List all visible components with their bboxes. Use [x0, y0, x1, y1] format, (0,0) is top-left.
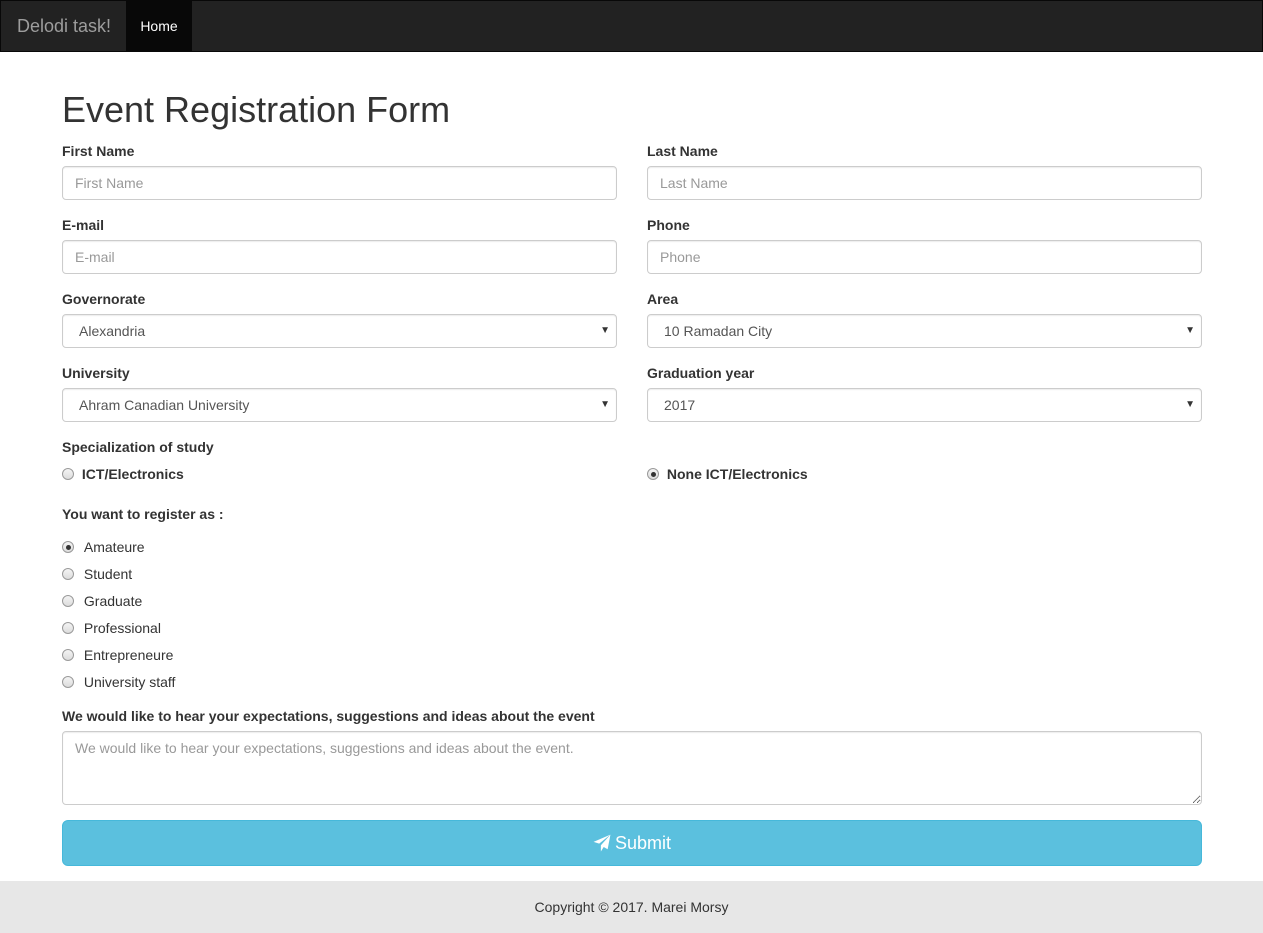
register-option-label: University staff [83, 674, 176, 691]
area-value: 10 Ramadan City [664, 323, 773, 339]
chevron-down-icon: ▼ [600, 399, 610, 410]
register-option-graduate[interactable]: Graduate [62, 590, 142, 610]
last-name-input[interactable] [647, 166, 1202, 200]
email-group: E-mail [62, 215, 617, 274]
register-option-professional[interactable]: Professional [62, 617, 161, 637]
paper-plane-icon [593, 834, 611, 852]
footer-copyright: Copyright © 2017. Marei Morsy [534, 899, 729, 915]
first-name-input[interactable] [62, 166, 617, 200]
radio-button[interactable] [62, 649, 74, 662]
area-select[interactable]: 10 Ramadan City ▼ [647, 314, 1202, 348]
radio-button[interactable] [62, 568, 74, 581]
email-input[interactable] [62, 240, 617, 274]
expectations-textarea[interactable] [62, 731, 1202, 805]
first-name-group: First Name [62, 141, 617, 200]
chevron-down-icon: ▼ [1185, 399, 1195, 410]
radio-button[interactable] [647, 468, 659, 481]
specialization-option-label: ICT/Electronics [81, 466, 184, 483]
page-title: Event Registration Form [62, 89, 451, 130]
specialization-option-none-ict[interactable]: None ICT/Electronics [647, 463, 808, 483]
university-value: Ahram Canadian University [79, 397, 250, 413]
register-option-entrepreneure[interactable]: Entrepreneure [62, 644, 173, 664]
register-option-amateure[interactable]: Amateure [62, 536, 145, 556]
area-label: Area [647, 291, 679, 307]
governorate-value: Alexandria [79, 323, 146, 339]
university-label: University [62, 365, 130, 381]
graduation-year-label: Graduation year [647, 365, 755, 381]
navbar-brand[interactable]: Delodi task! [17, 1, 111, 51]
phone-label: Phone [647, 217, 690, 233]
university-select[interactable]: Ahram Canadian University ▼ [62, 388, 617, 422]
expectations-label: We would like to hear your expectations,… [62, 708, 595, 724]
nav-home-link[interactable]: Home [126, 1, 192, 51]
university-group: University Ahram Canadian University ▼ [62, 363, 617, 422]
expectations-group: We would like to hear your expectations,… [62, 706, 1202, 805]
radio-button[interactable] [62, 676, 74, 689]
footer: Copyright © 2017. Marei Morsy [0, 881, 1263, 933]
register-option-student[interactable]: Student [62, 563, 132, 583]
radio-button[interactable] [62, 541, 74, 554]
graduation-year-value: 2017 [664, 397, 696, 413]
register-option-label: Graduate [83, 593, 143, 610]
navbar: Delodi task! Home [0, 0, 1263, 52]
graduation-year-select[interactable]: 2017 ▼ [647, 388, 1202, 422]
email-label: E-mail [62, 217, 105, 233]
area-group: Area 10 Ramadan City ▼ [647, 289, 1202, 348]
governorate-label: Governorate [62, 291, 146, 307]
specialization-option-label: None ICT/Electronics [666, 466, 808, 483]
radio-button[interactable] [62, 595, 74, 608]
radio-button[interactable] [62, 622, 74, 635]
submit-label: Submit [614, 832, 672, 853]
radio-button[interactable] [62, 468, 74, 481]
governorate-select[interactable]: Alexandria ▼ [62, 314, 617, 348]
specialization-option-ict[interactable]: ICT/Electronics [62, 463, 184, 483]
specialization-label: Specialization of study [62, 439, 214, 455]
last-name-group: Last Name [647, 141, 1202, 200]
register-option-university-staff[interactable]: University staff [62, 671, 175, 691]
register-option-label: Entrepreneure [83, 647, 174, 664]
first-name-label: First Name [62, 143, 135, 159]
register-option-label: Professional [83, 620, 161, 637]
register-option-label: Amateure [83, 539, 145, 556]
register-option-label: Student [83, 566, 133, 583]
phone-input[interactable] [647, 240, 1202, 274]
last-name-label: Last Name [647, 143, 718, 159]
chevron-down-icon: ▼ [600, 325, 610, 336]
register-as-label: You want to register as : [62, 506, 224, 522]
chevron-down-icon: ▼ [1185, 325, 1195, 336]
graduation-year-group: Graduation year 2017 ▼ [647, 363, 1202, 422]
submit-button[interactable]: Submit [62, 820, 1202, 866]
phone-group: Phone [647, 215, 1202, 274]
governorate-group: Governorate Alexandria ▼ [62, 289, 617, 348]
